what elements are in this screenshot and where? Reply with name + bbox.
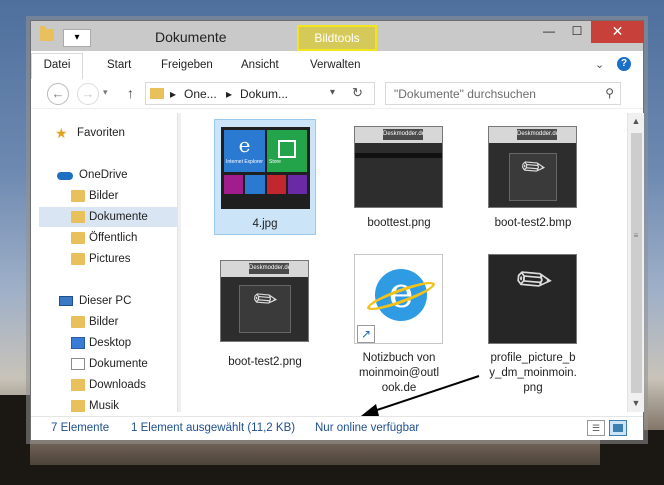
ground: [0, 465, 664, 485]
arrow-line: [370, 375, 480, 413]
arrow-head: [361, 404, 379, 416]
annotation-arrow: [361, 375, 480, 416]
explorer-window: ▾ Dokumente Bildtools — ☐ ✕ Datei Start …: [30, 20, 644, 440]
